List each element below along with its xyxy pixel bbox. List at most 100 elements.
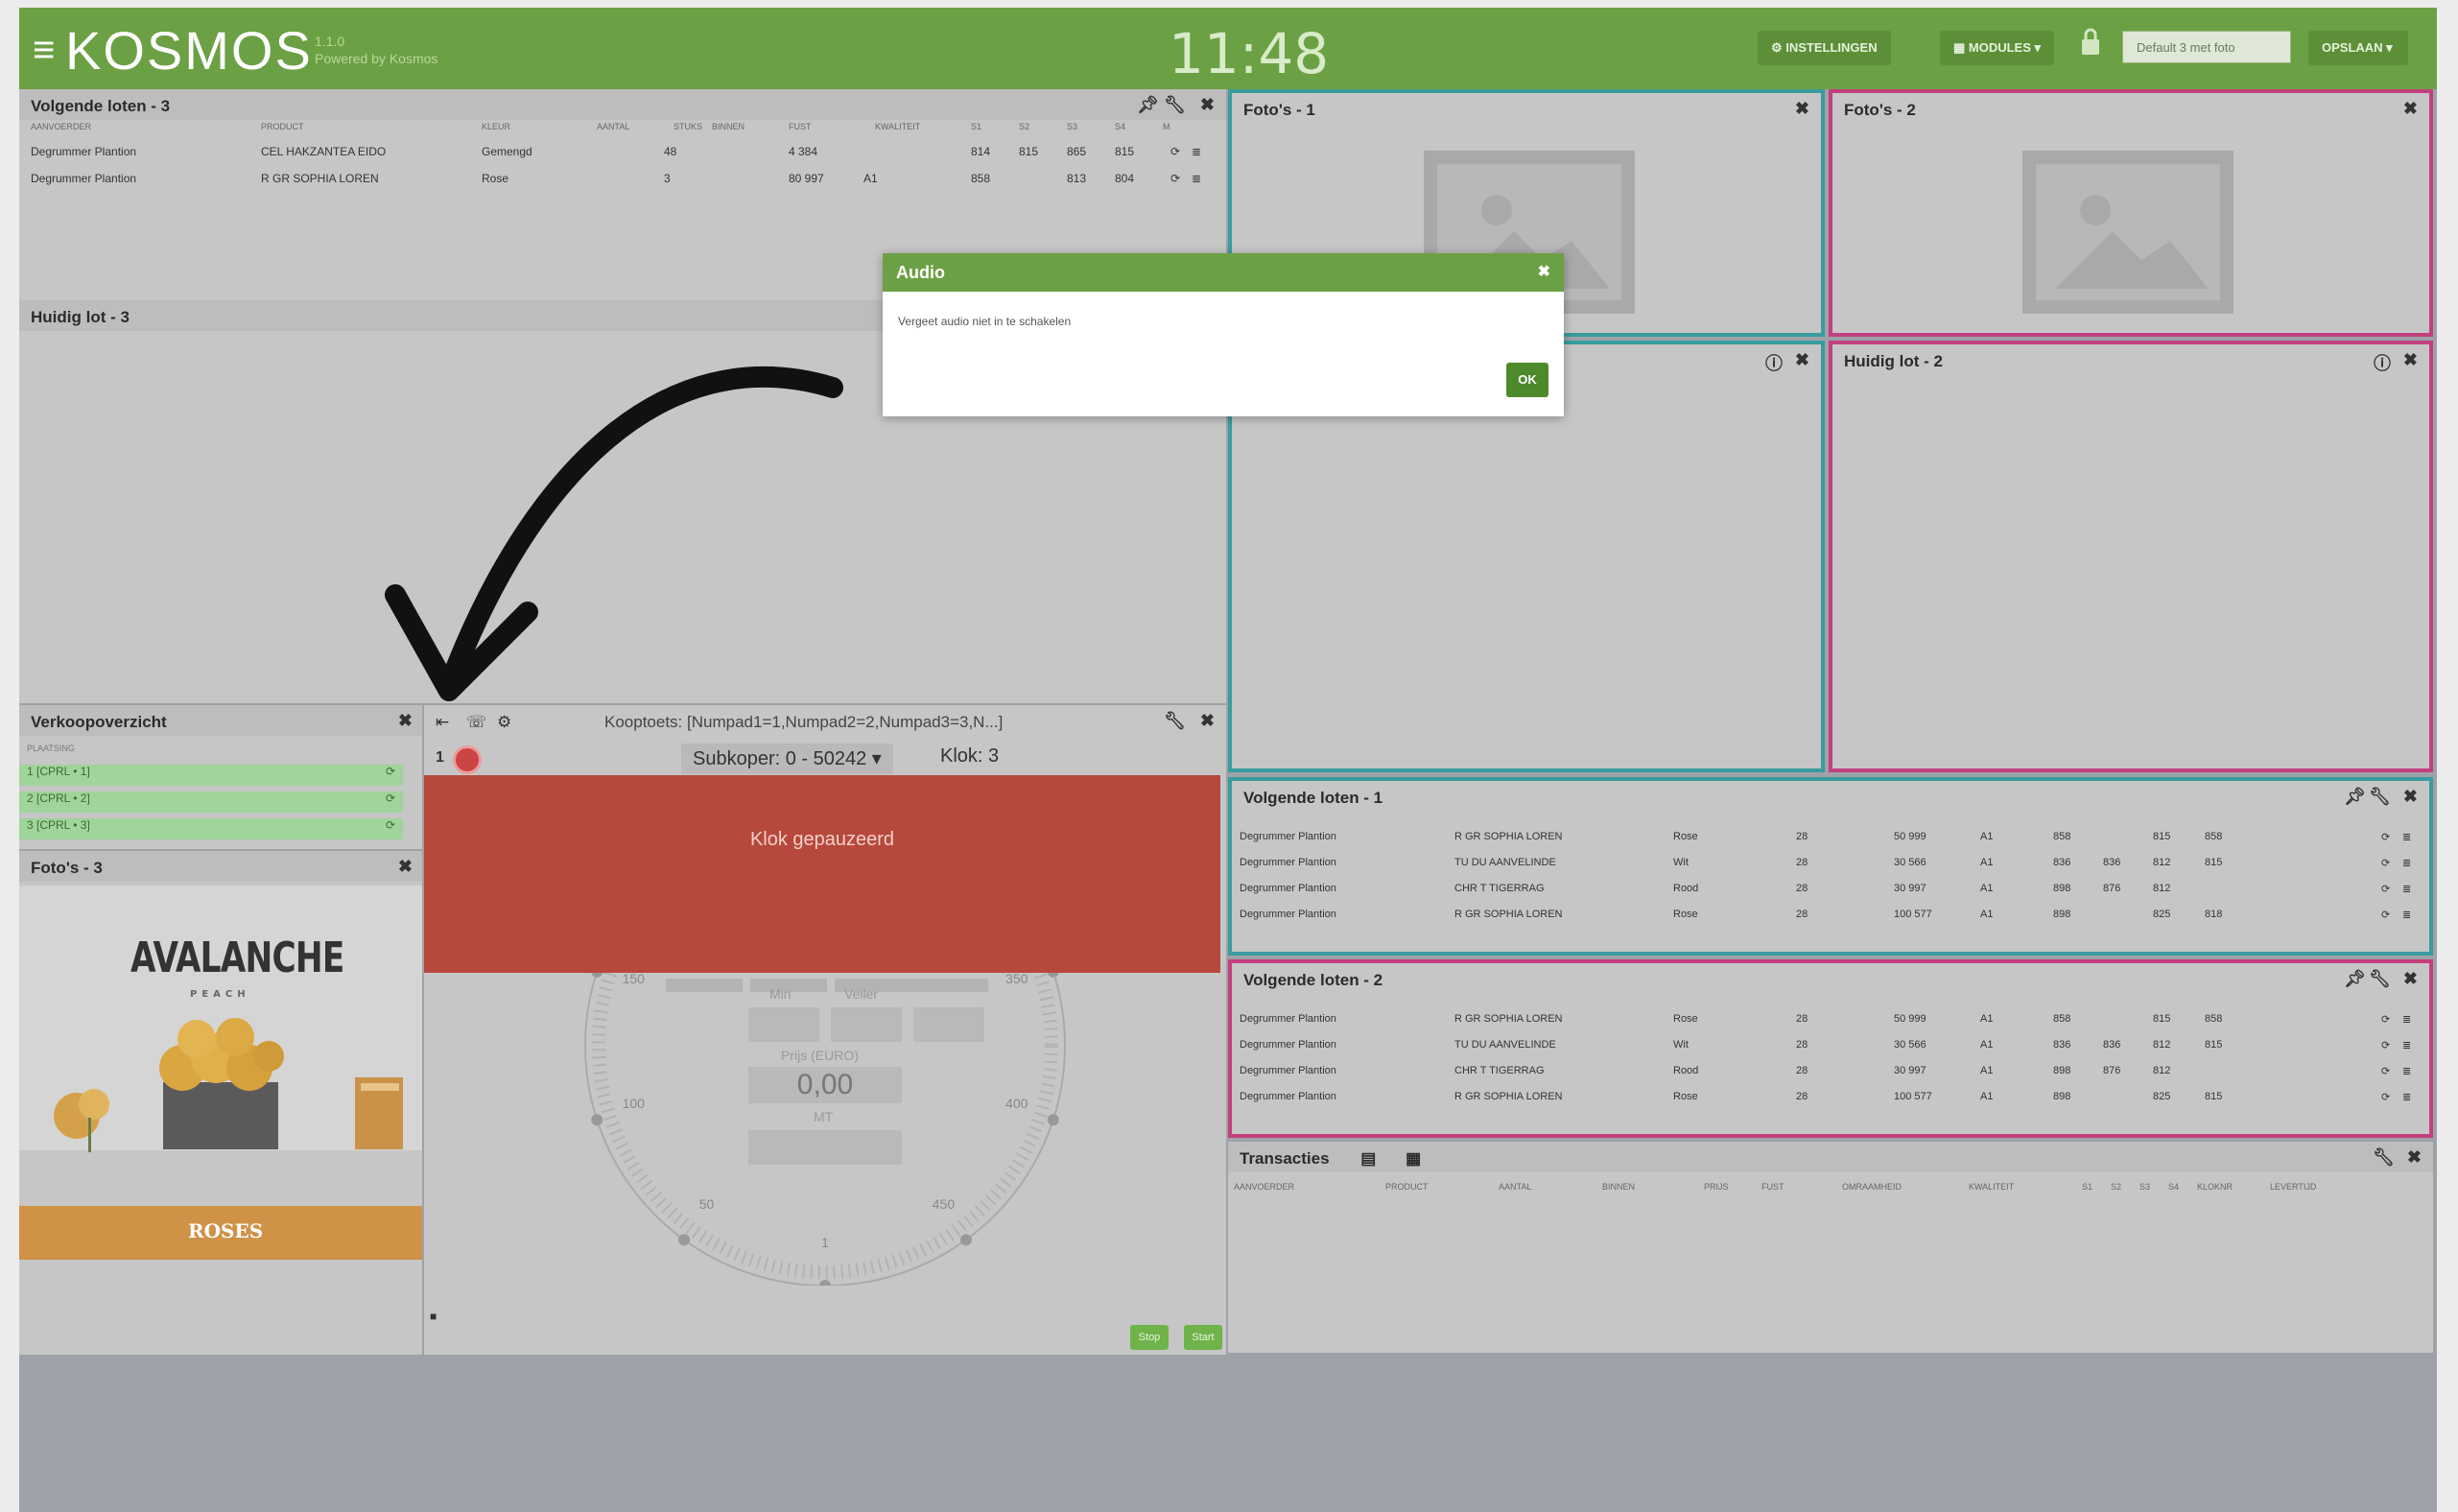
table-row[interactable]: Degrummer Plantion TU DU AANVELINDE Wit 28 3… <box>1232 1039 2429 1064</box>
table-row[interactable]: Degrummer Plantion CEL HAKZANTEA EIDO Geme… <box>19 145 1226 170</box>
list-view-icon[interactable]: ▤ <box>1360 1149 1376 1168</box>
table-cell: 898 <box>2053 1065 2071 1076</box>
column-header: S3 <box>1067 122 1078 131</box>
refresh-icon[interactable]: ⟳ <box>386 791 395 805</box>
mt-label: MT <box>814 1109 834 1124</box>
menu-icon[interactable]: ≣ <box>2402 1039 2411 1051</box>
modules-button[interactable]: ▦ MODULES ▾ <box>1940 31 2055 65</box>
close-icon[interactable]: ✖ <box>1200 711 1215 731</box>
menu-icon[interactable]: ≡ <box>33 29 55 72</box>
pin-icon[interactable]: 📌︎ <box>1137 95 1159 115</box>
column-header: OMRAAMHEID <box>1842 1182 1903 1192</box>
menu-icon[interactable]: ≣ <box>1192 172 1201 185</box>
menu-icon[interactable]: ≣ <box>2402 883 2411 895</box>
menu-icon[interactable]: ≣ <box>2402 1013 2411 1026</box>
refresh-icon[interactable]: ⟳ <box>1170 145 1180 158</box>
refresh-icon[interactable]: ⟳ <box>2381 1039 2390 1051</box>
refresh-icon[interactable]: ⟳ <box>2381 1091 2390 1103</box>
close-icon[interactable]: ✖ <box>2403 787 2418 807</box>
refresh-icon[interactable]: ⟳ <box>2381 883 2390 895</box>
dial-label: 100 <box>623 1096 646 1111</box>
table-cell: 836 <box>2103 1039 2121 1051</box>
close-icon[interactable]: ✖ <box>2407 1147 2422 1168</box>
table-cell: A1 <box>1980 1013 1994 1025</box>
close-icon[interactable]: ✖ <box>1795 350 1809 370</box>
table-row[interactable]: Degrummer Plantion R GR SOPHIA LOREN Rose 2… <box>1232 831 2429 856</box>
column-header: PRODUCT <box>261 122 304 131</box>
close-icon[interactable]: ✖ <box>2403 99 2418 119</box>
refresh-icon[interactable]: ⟳ <box>2381 1065 2390 1077</box>
wrench-icon[interactable]: 🔧︎ <box>2373 1147 2395 1168</box>
back-icon[interactable]: ⇤ <box>436 713 449 732</box>
dialog-message: Vergeet audio niet in te schakelen <box>898 315 1072 328</box>
close-icon[interactable]: ✖ <box>2403 969 2418 989</box>
ok-button[interactable]: OK <box>1506 363 1548 397</box>
table-cell: 898 <box>2053 883 2071 894</box>
table-cell: 825 <box>2153 1091 2171 1102</box>
pin-icon[interactable]: 📌︎ <box>2344 969 2366 989</box>
panel-volgende-loten-2: Volgende loten - 2 📌︎ 🔧︎ ✖ Degrummer Pla… <box>1228 959 2433 1138</box>
column-header: STUKS <box>674 122 703 131</box>
panel-fotos-3: Foto's - 3 ✖ AVALANCHE PEACH ROSES <box>19 851 422 1355</box>
refresh-icon[interactable]: ⟳ <box>386 765 395 778</box>
table-row[interactable]: Degrummer Plantion R GR SOPHIA LOREN Rose 2… <box>1232 909 2429 933</box>
table-row[interactable]: Degrummer Plantion CHR T TIGERRAG Rood 28 30… <box>1232 1065 2429 1090</box>
wrench-icon[interactable]: 🔧︎ <box>2369 787 2391 807</box>
menu-icon[interactable]: ≣ <box>2402 909 2411 921</box>
table-row[interactable]: Degrummer Plantion TU DU AANVELINDE Wit 28 3… <box>1232 857 2429 882</box>
info-icon[interactable]: ⓘ <box>1765 350 1783 375</box>
close-icon[interactable]: ✖ <box>398 711 413 731</box>
menu-icon[interactable]: ≣ <box>2402 1065 2411 1077</box>
wrench-icon[interactable]: 🔧︎ <box>2369 969 2391 989</box>
table-row[interactable]: Degrummer Plantion R GR SOPHIA LOREN Rose 3… <box>19 172 1226 197</box>
table-cell: 865 <box>1067 145 1087 158</box>
column-header: S2 <box>1019 122 1030 131</box>
stop-button[interactable]: Stop <box>1130 1325 1169 1350</box>
refresh-icon[interactable]: ⟳ <box>2381 1013 2390 1026</box>
column-header: BINNEN <box>1602 1182 1636 1192</box>
start-button[interactable]: Start <box>1184 1325 1222 1350</box>
grid-view-icon[interactable]: ▦ <box>1406 1149 1421 1168</box>
settings-button[interactable]: ⚙ INSTELLINGEN <box>1758 31 1891 65</box>
table-row[interactable]: Degrummer Plantion R GR SOPHIA LOREN Rose 2… <box>1232 1013 2429 1038</box>
close-icon[interactable]: ✖ <box>398 857 413 877</box>
table-cell: Degrummer Plantion <box>31 145 137 158</box>
table-cell: A1 <box>1980 883 1994 894</box>
lock-icon[interactable] <box>2080 27 2107 65</box>
close-icon[interactable]: ✖ <box>1795 99 1809 119</box>
table-cell: 858 <box>2205 1013 2223 1025</box>
menu-icon[interactable]: ≣ <box>1192 145 1201 158</box>
close-icon[interactable]: ✖ <box>2403 350 2418 370</box>
close-icon[interactable]: ✖ <box>1200 95 1215 115</box>
panel-verkoopoverzicht: Verkoopoverzicht ✖ PLAATSING 1 [CPRL • 1… <box>19 705 422 849</box>
clock-time: 11:48 <box>1169 21 1330 86</box>
refresh-icon[interactable]: ⟳ <box>2381 857 2390 869</box>
info-icon[interactable]: ⓘ <box>2374 350 2391 375</box>
layout-select[interactable]: Default 3 met foto <box>2122 31 2291 63</box>
menu-icon[interactable]: ≣ <box>2402 857 2411 869</box>
table-row[interactable]: Degrummer Plantion CHR T TIGERRAG Rood 28 30… <box>1232 883 2429 908</box>
wrench-icon[interactable]: 🔧︎ <box>1164 95 1186 115</box>
sales-list-item[interactable]: 1 [CPRL • 1] ⟳ <box>19 765 403 786</box>
table-cell: 28 <box>1796 883 1808 894</box>
sales-list-item[interactable]: 2 [CPRL • 2] ⟳ <box>19 791 403 813</box>
clock-paused-banner: Klok gepauzeerd <box>424 775 1220 973</box>
table-row[interactable]: Degrummer Plantion R GR SOPHIA LOREN Rose 2… <box>1232 1091 2429 1116</box>
pin-icon[interactable]: 📌︎ <box>2344 787 2366 807</box>
table-cell: CHR T TIGERRAG <box>1454 883 1545 894</box>
menu-icon[interactable]: ≣ <box>2402 1091 2411 1103</box>
subkoper-select[interactable]: Subkoper: 0 - 50242 ▾ <box>681 744 893 774</box>
settings-icon[interactable]: ⚙ <box>497 713 511 732</box>
menu-icon[interactable]: ≣ <box>2402 831 2411 843</box>
refresh-icon[interactable]: ⟳ <box>2381 831 2390 843</box>
phone-icon[interactable]: ☏ <box>466 713 486 732</box>
wrench-icon[interactable]: 🔧︎ <box>1164 711 1186 731</box>
refresh-icon[interactable]: ⟳ <box>386 818 395 832</box>
table-cell: 804 <box>1115 172 1135 185</box>
refresh-icon[interactable]: ⟳ <box>1170 172 1180 185</box>
save-button[interactable]: OPSLAAN ▾ <box>2308 31 2408 65</box>
refresh-icon[interactable]: ⟳ <box>2381 909 2390 921</box>
close-icon[interactable]: ✖ <box>1538 253 1550 292</box>
sales-list-item[interactable]: 3 [CPRL • 3] ⟳ <box>19 818 403 839</box>
record-icon[interactable] <box>453 745 482 774</box>
